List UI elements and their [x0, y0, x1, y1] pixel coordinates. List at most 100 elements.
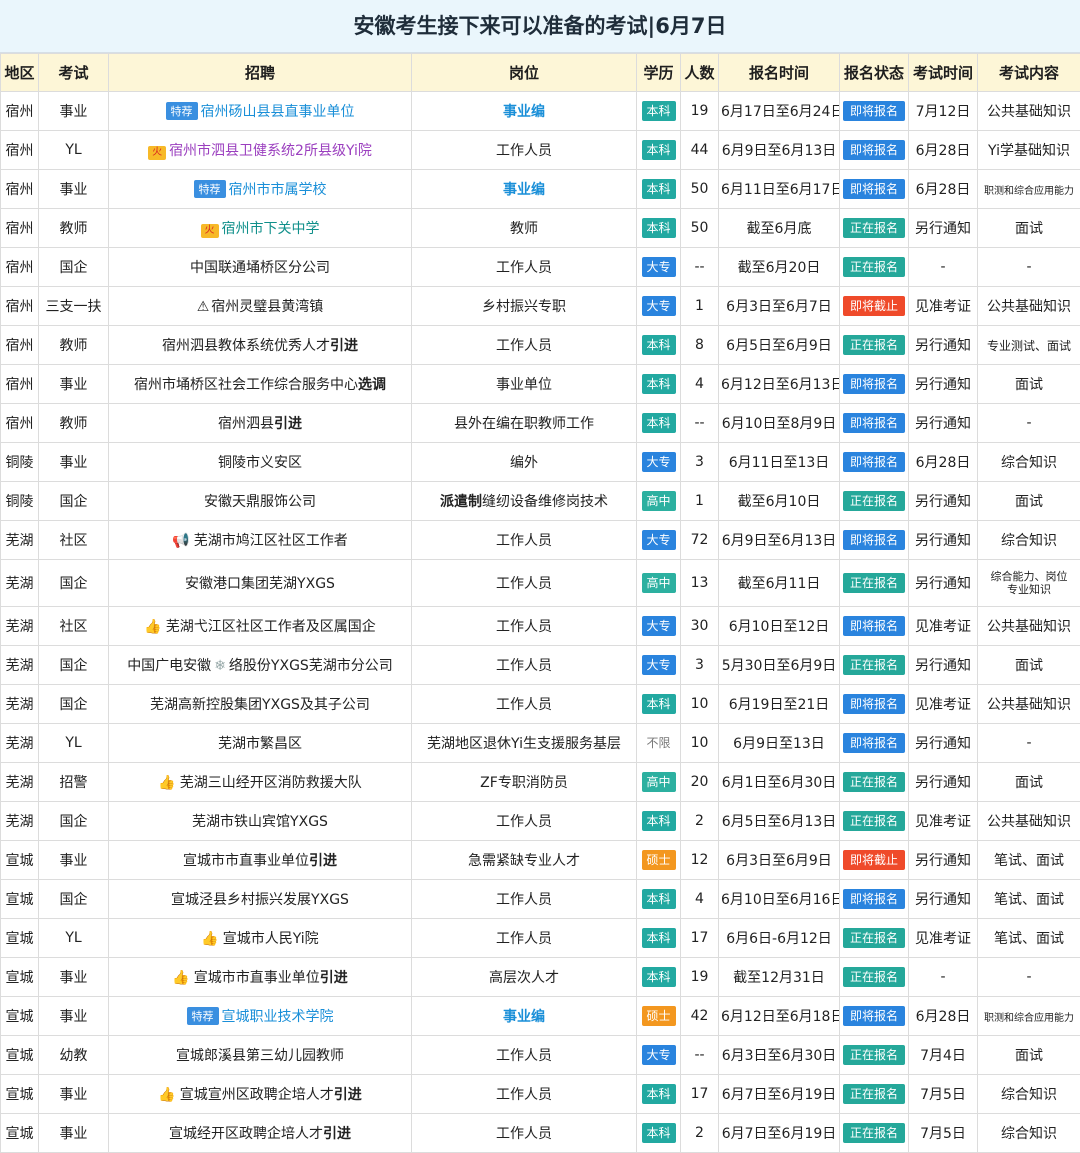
edu-cell: 不限: [637, 724, 681, 763]
status-cell: 正在报名: [840, 1036, 909, 1075]
recruit-text: 宣城市市直事业单位: [194, 970, 320, 986]
exam-type-cell: 社区: [39, 521, 109, 560]
recruit-link[interactable]: 宿州市泗县卫健系统2所县级Yi院: [169, 143, 372, 159]
status-cell: 正在报名: [840, 326, 909, 365]
edu-badge: 大专: [642, 530, 676, 550]
recruit-link[interactable]: 宿州砀山县县直事业单位: [201, 104, 355, 120]
status-cell: 正在报名: [840, 560, 909, 607]
recruit-cell[interactable]: 特荐宿州市市属学校: [109, 170, 412, 209]
region-cell: 芜湖: [1, 646, 39, 685]
status-badge: 即将报名: [843, 374, 905, 394]
period-cell: 截至6月11日: [719, 560, 840, 607]
edu-badge: 本科: [642, 374, 676, 394]
edu-badge: 高中: [642, 491, 676, 511]
table-row: 宿州 事业 特荐宿州市市属学校 事业编 本科 50 6月11日至6月17日 即将…: [1, 170, 1080, 209]
exam-date-cell: 6月28日: [909, 131, 978, 170]
recruit-cell: 👍芜湖三山经开区消防救援大队: [109, 763, 412, 802]
region-cell: 宣城: [1, 841, 39, 880]
region-cell: 芜湖: [1, 560, 39, 607]
exam-type-cell: 国企: [39, 248, 109, 287]
period-cell: 6月5日至6月9日: [719, 326, 840, 365]
post-cell: 工作人员: [412, 131, 637, 170]
recruit-cell: 宿州泗县教体系统优秀人才引进: [109, 326, 412, 365]
exam-type-cell: 国企: [39, 646, 109, 685]
table-row: 宣城 事业 宣城经开区政聘企培人才引进 工作人员 本科 2 6月7日至6月19日…: [1, 1114, 1080, 1153]
content-cell: 笔试、面试: [978, 880, 1080, 919]
period-cell: 6月10日至8月9日: [719, 404, 840, 443]
recruit-cell[interactable]: 特荐宣城职业技术学院: [109, 997, 412, 1036]
region-cell: 宣城: [1, 1114, 39, 1153]
status-badge: 正在报名: [843, 335, 905, 355]
region-cell: 宣城: [1, 1075, 39, 1114]
recruit-text: 宿州泗县: [218, 416, 274, 432]
status-badge: 即将报名: [843, 616, 905, 636]
recruit-link[interactable]: 宿州市下关中学: [222, 221, 320, 237]
exam-date-cell: 另行通知: [909, 841, 978, 880]
table-row: 宿州 教师 火宿州市下关中学 教师 本科 50 截至6月底 正在报名 另行通知 …: [1, 209, 1080, 248]
post-cell: 工作人员: [412, 521, 637, 560]
count-cell: 19: [681, 92, 719, 131]
status-cell: 即将报名: [840, 443, 909, 482]
status-badge: 即将报名: [843, 452, 905, 472]
post-cell: 事业单位: [412, 365, 637, 404]
post-cell: 芜湖地区退休Yi生支援服务基层: [412, 724, 637, 763]
exam-date-cell: 另行通知: [909, 724, 978, 763]
exam-type-cell: 事业: [39, 997, 109, 1036]
recruit-text: 宣城经开区政聘企培人才: [169, 1126, 323, 1142]
edu-cell: 大专: [637, 521, 681, 560]
count-cell: 17: [681, 1075, 719, 1114]
count-cell: 19: [681, 958, 719, 997]
header-period: 报名时间: [719, 54, 840, 92]
content-cell: -: [978, 248, 1080, 287]
edu-cell: 本科: [637, 326, 681, 365]
recruit-cell: 📢芜湖市鸠江区社区工作者: [109, 521, 412, 560]
recruit-cell[interactable]: 火宿州市泗县卫健系统2所县级Yi院: [109, 131, 412, 170]
exam-type-cell: 三支一扶: [39, 287, 109, 326]
content-cell: 公共基础知识: [978, 685, 1080, 724]
content-cell: 面试: [978, 209, 1080, 248]
region-cell: 宣城: [1, 880, 39, 919]
region-cell: 芜湖: [1, 521, 39, 560]
content-cell: -: [978, 958, 1080, 997]
period-cell: 6月11日至6月17日: [719, 170, 840, 209]
edu-cell: 本科: [637, 802, 681, 841]
content-cell: 综合知识: [978, 1075, 1080, 1114]
recruit-link[interactable]: 宿州市市属学校: [229, 182, 327, 198]
header-exam-date: 考试时间: [909, 54, 978, 92]
exam-type-cell: 国企: [39, 880, 109, 919]
exam-type-cell: 国企: [39, 685, 109, 724]
snowflake-icon: ❄: [214, 658, 226, 674]
content-cell: 公共基础知识: [978, 607, 1080, 646]
region-cell: 芜湖: [1, 607, 39, 646]
edu-cell: 本科: [637, 365, 681, 404]
exam-date-cell: 另行通知: [909, 880, 978, 919]
period-cell: 6月3日至6月7日: [719, 287, 840, 326]
recruit-keyword: 引进: [334, 1087, 362, 1103]
edu-badge: 本科: [642, 1123, 676, 1143]
recruit-link[interactable]: 宣城职业技术学院: [222, 1009, 334, 1025]
exam-table: 地区 考试 招聘 岗位 学历 人数 报名时间 报名状态 考试时间 考试内容 宿州…: [0, 53, 1080, 1153]
recruit-cell[interactable]: 特荐宿州砀山县县直事业单位: [109, 92, 412, 131]
exam-type-cell: 招警: [39, 763, 109, 802]
header-post: 岗位: [412, 54, 637, 92]
recruit-cell: 中国广电安徽❄络股份YXGS芜湖市分公司: [109, 646, 412, 685]
recruit-cell: 芜湖高新控股集团YXGS及其子公司: [109, 685, 412, 724]
thumbs-up-icon: 👍: [144, 619, 161, 635]
recruit-cell: 宣城郎溪县第三幼儿园教师: [109, 1036, 412, 1075]
period-cell: 6月7日至6月19日: [719, 1114, 840, 1153]
count-cell: 42: [681, 997, 719, 1036]
recruit-cell: 芜湖市铁山宾馆YXGS: [109, 802, 412, 841]
table-row: 芜湖 社区 📢芜湖市鸠江区社区工作者 工作人员 大专 72 6月9日至6月13日…: [1, 521, 1080, 560]
table-row: 芜湖 国企 安徽港口集团芜湖YXGS 工作人员 高中 13 截至6月11日 正在…: [1, 560, 1080, 607]
exam-type-cell: YL: [39, 724, 109, 763]
content-cell: 面试: [978, 482, 1080, 521]
recruit-cell[interactable]: 火宿州市下关中学: [109, 209, 412, 248]
period-cell: 6月3日至6月9日: [719, 841, 840, 880]
status-badge: 即将报名: [843, 140, 905, 160]
thumbs-up-icon: 👍: [158, 1087, 175, 1103]
table-row: 芜湖 招警 👍芜湖三山经开区消防救援大队 ZF专职消防员 高中 20 6月1日至…: [1, 763, 1080, 802]
table-row: 宣城 国企 宣城泾县乡村振兴发展YXGS 工作人员 本科 4 6月10日至6月1…: [1, 880, 1080, 919]
exam-date-cell: 见准考证: [909, 919, 978, 958]
status-badge: 正在报名: [843, 491, 905, 511]
edu-badge: 本科: [642, 335, 676, 355]
